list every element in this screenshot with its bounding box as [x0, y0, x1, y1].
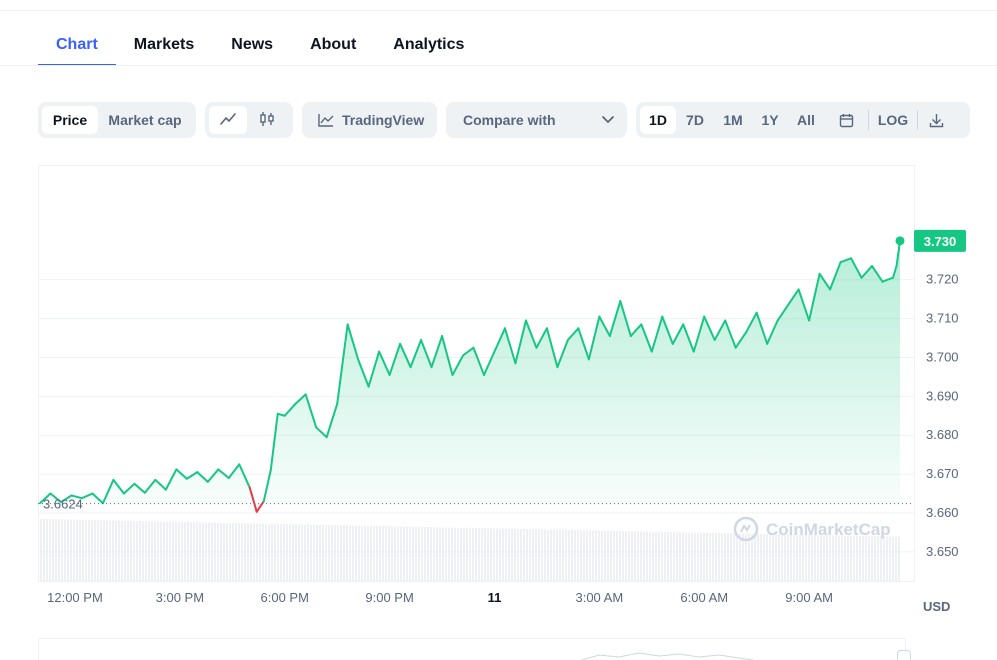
- y-tick-label: 3.710: [926, 311, 959, 326]
- range-navigator[interactable]: [38, 638, 906, 660]
- watermark-text: CoinMarketCap: [766, 520, 891, 539]
- tradingview-button[interactable]: TradingView: [302, 102, 437, 138]
- range-1d-button[interactable]: 1D: [640, 106, 676, 134]
- calendar-icon: [839, 113, 854, 128]
- candlestick-button[interactable]: [247, 106, 287, 134]
- y-tick-label: 3.660: [926, 505, 959, 520]
- tradingview-label: TradingView: [342, 112, 425, 128]
- x-tick-label: 6:00 AM: [680, 590, 728, 605]
- range-1m-button[interactable]: 1M: [714, 106, 752, 134]
- tab-markets[interactable]: Markets: [116, 28, 213, 66]
- x-tick-label: 3:00 AM: [575, 590, 623, 605]
- current-price-dot: [895, 236, 905, 246]
- x-tick-label: 11: [488, 590, 502, 605]
- compare-label: Compare with: [463, 112, 556, 128]
- x-tick-label: 6:00 PM: [261, 590, 309, 605]
- metric-toggle: Price Market cap: [38, 102, 196, 138]
- y-tick-label: 3.680: [926, 427, 959, 442]
- y-tick-label: 3.690: [926, 388, 959, 403]
- chart-style-toggle: [205, 102, 293, 138]
- compare-select[interactable]: Compare with: [446, 102, 627, 138]
- coinmarketcap-logo-mark: [740, 524, 751, 533]
- y-tick-label: 3.700: [926, 349, 959, 364]
- x-tick-label: 3:00 PM: [156, 590, 204, 605]
- price-area: [40, 240, 900, 512]
- y-tick-label: 3.720: [926, 272, 959, 287]
- tab-news[interactable]: News: [213, 28, 292, 66]
- line-chart-icon: [220, 112, 236, 129]
- price-chart[interactable]: CoinMarketCap 3.6624 3.730 3.720 3.710 3.70…: [38, 165, 993, 657]
- download-button[interactable]: [918, 106, 954, 134]
- tab-analytics[interactable]: Analytics: [375, 28, 483, 66]
- range-selector: 1D 7D 1M 1Y All LOG: [636, 102, 970, 138]
- y-tick-label: 3.650: [926, 544, 959, 559]
- x-tick-label: 12:00 PM: [47, 590, 103, 605]
- tab-about[interactable]: About: [292, 28, 375, 66]
- y-tick-label: 3.670: [926, 466, 959, 481]
- top-divider: [0, 10, 997, 11]
- chevron-down-icon: [601, 115, 615, 125]
- line-chart-button[interactable]: [209, 106, 247, 134]
- candlestick-icon: [259, 111, 275, 130]
- market-cap-button[interactable]: Market cap: [98, 106, 192, 134]
- current-price-label: 3.730: [924, 234, 957, 249]
- download-icon: [929, 113, 944, 128]
- navigator-line: [580, 652, 756, 660]
- tab-chart[interactable]: Chart: [38, 28, 116, 66]
- tabs-divider: [0, 65, 997, 66]
- range-all-button[interactable]: All: [788, 106, 824, 134]
- range-1y-button[interactable]: 1Y: [752, 106, 788, 134]
- price-button[interactable]: Price: [42, 106, 98, 134]
- x-tick-label: 9:00 PM: [365, 590, 413, 605]
- price-chart-svg[interactable]: CoinMarketCap 3.6624 3.730 3.720 3.710 3.70…: [38, 165, 993, 657]
- tradingview-icon: [318, 113, 334, 127]
- navigator-handle[interactable]: [897, 650, 911, 660]
- currency-label: USD: [923, 599, 950, 614]
- calendar-button[interactable]: [824, 106, 868, 134]
- navigator-preview: [580, 652, 756, 660]
- section-tabs: Chart Markets News About Analytics: [38, 28, 483, 66]
- x-tick-label: 9:00 AM: [785, 590, 833, 605]
- range-7d-button[interactable]: 7D: [676, 106, 714, 134]
- open-price-label: 3.6624: [43, 497, 83, 512]
- log-scale-button[interactable]: LOG: [869, 106, 917, 134]
